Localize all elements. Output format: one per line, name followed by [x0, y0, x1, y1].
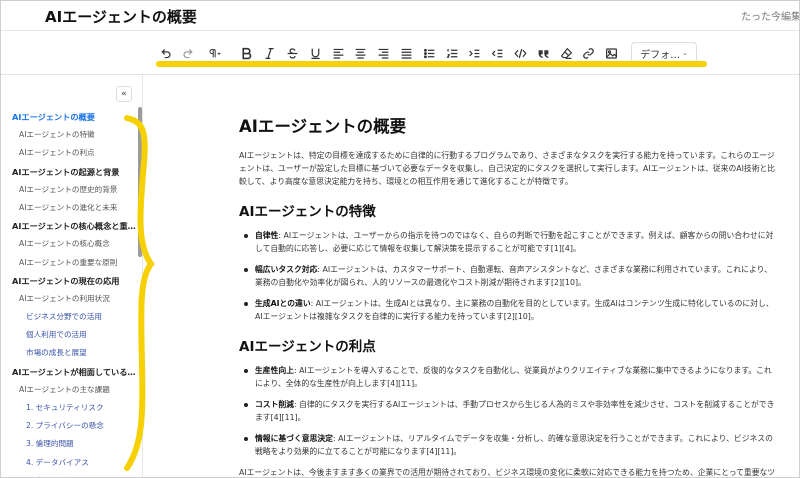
- list-item: 自律性: AIエージェントは、ユーザーからの指示を待つのではなく、自らの判断で行…: [239, 229, 779, 255]
- intro-paragraph: AIエージェントは、特定の目標を達成するために自律的に行動するプログラムであり、…: [239, 151, 776, 186]
- list-item-term: 情報に基づく意思決定: [255, 434, 333, 443]
- heading-benefits: AIエージェントの利点: [239, 339, 376, 355]
- list-item-term: 生産性向上: [255, 366, 294, 375]
- chevron-down-icon: ⌄: [682, 49, 689, 57]
- benefits-list: 生産性向上: AIエージェントを導入することで、反復的なタスクを自動化し、従業員…: [239, 364, 779, 458]
- list-item-term: 生成AIとの違い: [255, 299, 311, 308]
- list-item-term: 自律性: [255, 231, 279, 240]
- save-status: たった今編集: [741, 12, 800, 23]
- editor-toolbar: デフォ… ⌄: [1, 31, 799, 75]
- list-item: コスト削減: 自律的にタスクを実行するAIエージェントは、手動プロセスから生じる…: [239, 398, 779, 424]
- list-item-text: 自律的にタスクを実行するAIエージェントは、手動プロセスから生じる人為的ミスや非…: [255, 400, 775, 422]
- heading-h1: AIエージェントの概要: [239, 117, 407, 136]
- list-item-text: AIエージェントは、カスタマーサポート、自動運転、音声アシスタントなど、さまざま…: [255, 265, 772, 287]
- list-item: 情報に基づく意思決定: AIエージェントは、リアルタイムでデータを収集・分析し、…: [239, 432, 779, 458]
- features-list: 自律性: AIエージェントは、ユーザーからの指示を待つのではなく、自らの判断で行…: [239, 229, 779, 323]
- collapse-sidebar-icon[interactable]: «: [116, 86, 132, 102]
- list-item-text: AIエージェントは、生成AIとは異なり、主に業務の自動化を目的としています。生成…: [255, 299, 774, 321]
- heading-features: AIエージェントの特徴: [239, 204, 376, 220]
- title-bar: AIエージェントの概要 たった今編集: [1, 1, 800, 31]
- list-item: 生産性向上: AIエージェントを導入することで、反復的なタスクを自動化し、従業員…: [239, 364, 779, 390]
- yellow-highlight-underline: [156, 61, 707, 67]
- font-select-value: デフォ…: [640, 49, 681, 61]
- document-title[interactable]: AIエージェントの概要: [45, 6, 197, 27]
- closing-paragraph: AIエージェントは、今後ますます多くの業界での活用が期待されており、ビジネス環境…: [239, 468, 776, 477]
- list-item-text: AIエージェントを導入することで、反復的なタスクを自動化し、従業員がよりクリエイ…: [255, 366, 772, 388]
- list-item-text: AIエージェントは、ユーザーからの指示を待つのではなく、自らの判断で行動を起こす…: [255, 231, 774, 253]
- app-window: AIエージェントの概要 たった今編集 デフォ… ⌄ « AIエージェントの概要 …: [0, 0, 800, 478]
- list-item-term: コスト削減: [255, 400, 294, 409]
- list-item: 幅広いタスク対応: AIエージェントは、カスタマーサポート、自動運転、音声アシス…: [239, 263, 779, 289]
- list-item-term: 幅広いタスク対応: [255, 265, 318, 274]
- document-content: AIエージェントの概要 AIエージェントは、特定の目標を達成するために自律的に行…: [239, 113, 779, 477]
- yellow-brace-annotation: [124, 115, 155, 471]
- list-item: 生成AIとの違い: AIエージェントは、生成AIとは異なり、主に業務の自動化を目…: [239, 297, 779, 323]
